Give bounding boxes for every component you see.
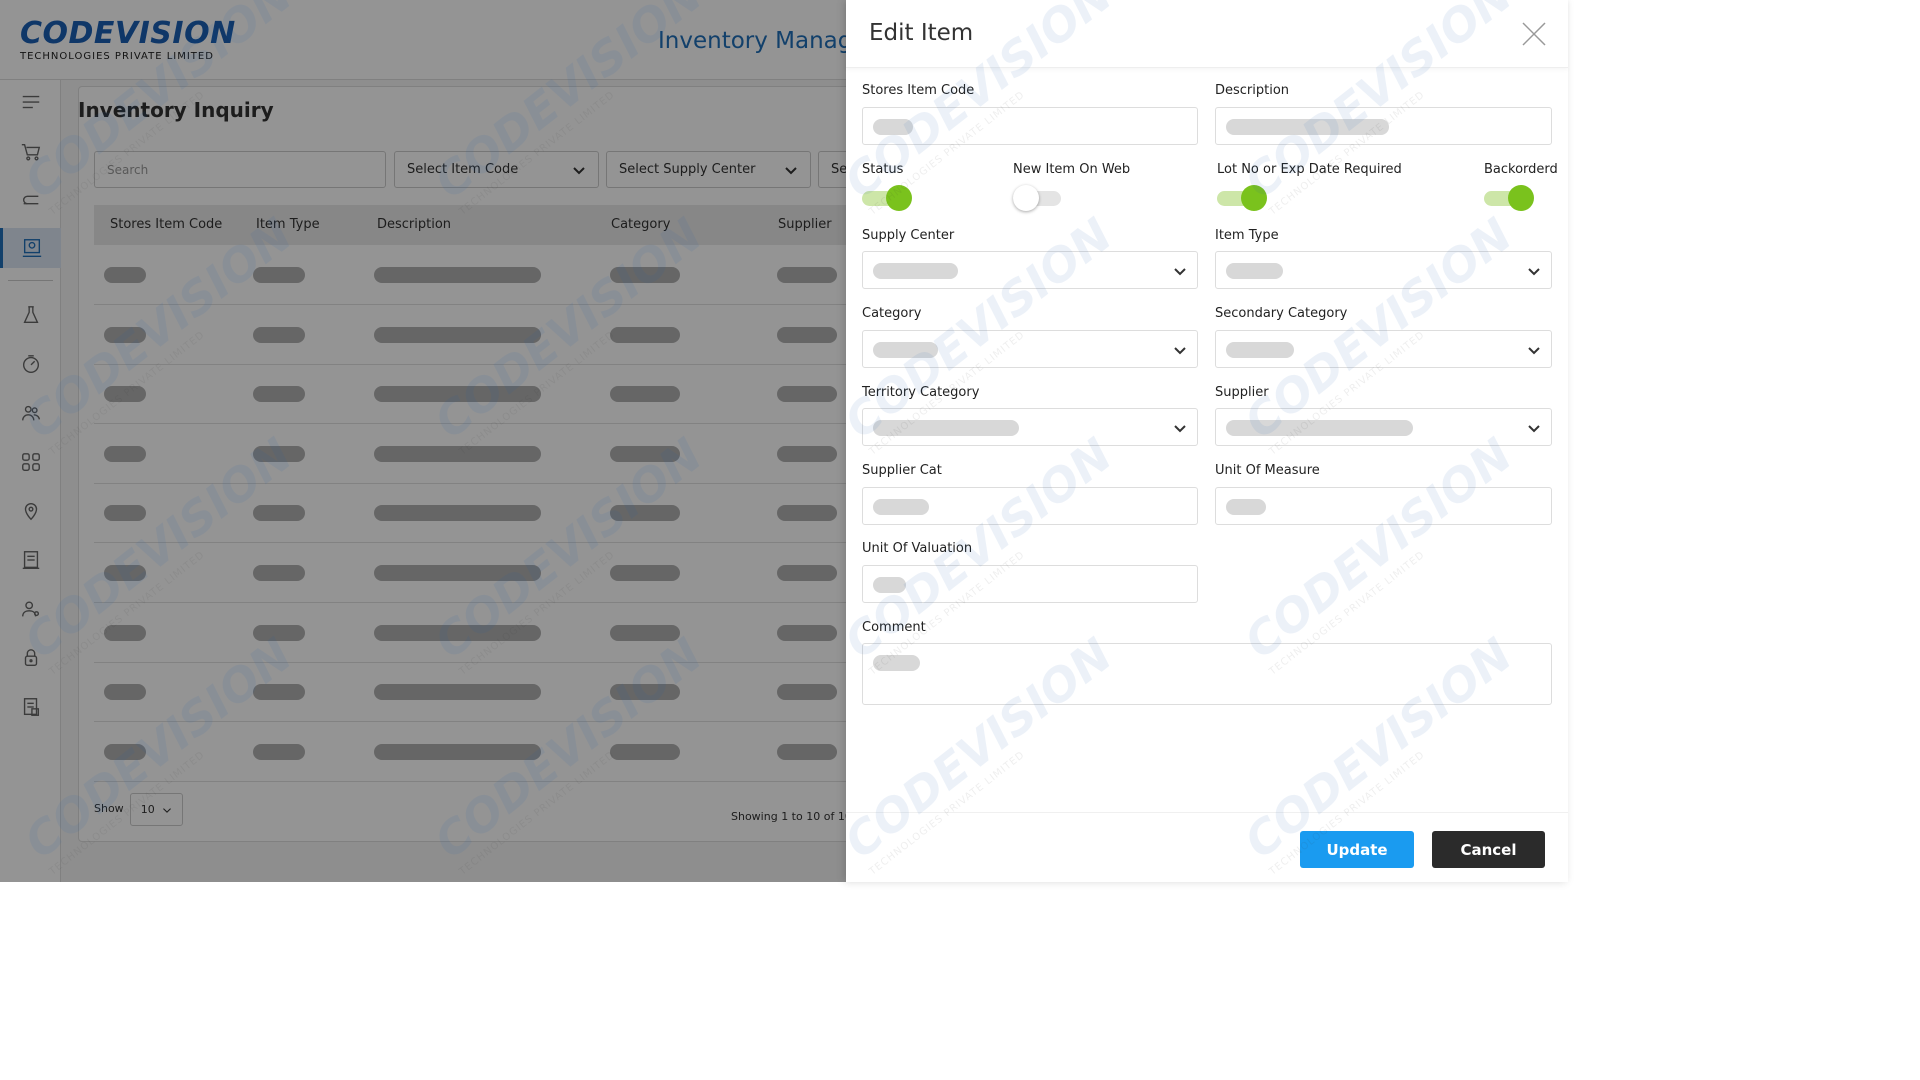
supplier-cat-label: Supplier Cat [862,463,942,478]
loading-placeholder [873,342,938,358]
update-button[interactable]: Update [1300,831,1414,868]
supplier-label: Supplier [1215,385,1269,400]
secondary-category-select[interactable] [1215,330,1552,368]
cancel-button[interactable]: Cancel [1432,831,1545,868]
comment-textarea[interactable] [862,643,1552,705]
category-label: Category [862,306,922,321]
loading-placeholder [873,119,913,135]
status-toggle[interactable] [862,183,912,213]
loading-placeholder [1226,420,1413,436]
chevron-down-icon [1528,347,1540,355]
loading-placeholder [1226,342,1294,358]
loading-placeholder [1226,119,1389,135]
item-type-label: Item Type [1215,228,1279,243]
backorderd-label: Backorderd [1484,162,1558,177]
status-label: Status [862,162,904,177]
supplier-select[interactable] [1215,408,1552,446]
lot-no-label: Lot No or Exp Date Required [1217,162,1402,177]
drawer-title: Edit Item [869,20,974,46]
loading-placeholder [873,420,1019,436]
loading-placeholder [1226,263,1283,279]
stores-item-code-field[interactable] [862,107,1198,145]
category-select[interactable] [862,330,1198,368]
new-item-on-web-label: New Item On Web [1013,162,1131,177]
description-label: Description [1215,83,1290,98]
edit-item-drawer: Edit Item Stores Item Code Description S… [846,0,1568,882]
chevron-down-icon [1174,425,1186,433]
unit-of-measure-label: Unit Of Measure [1215,463,1320,478]
supplier-cat-field[interactable] [862,487,1198,525]
secondary-category-label: Secondary Category [1215,306,1348,321]
territory-category-select[interactable] [862,408,1198,446]
toggle-knob [1508,185,1534,211]
chevron-down-icon [1528,268,1540,276]
unit-of-measure-field[interactable] [1215,487,1552,525]
loading-placeholder [873,263,958,279]
description-field[interactable] [1215,107,1552,145]
chevron-down-icon [1174,268,1186,276]
chevron-down-icon [1528,425,1540,433]
loading-placeholder [873,499,929,515]
item-type-select[interactable] [1215,251,1552,289]
unit-of-valuation-label: Unit Of Valuation [862,541,973,556]
modal-backdrop[interactable] [0,0,846,882]
new-item-on-web-toggle[interactable] [1013,183,1061,213]
loading-placeholder [1226,499,1266,515]
toggle-knob [886,185,912,211]
comment-label: Comment [862,620,926,635]
supply-center-select[interactable] [862,251,1198,289]
unit-of-valuation-field[interactable] [862,565,1198,603]
toggle-knob [1241,185,1267,211]
drawer-footer: Update Cancel [846,812,1568,882]
loading-placeholder [873,577,906,593]
drawer-header: Edit Item [846,0,1568,68]
toggle-knob [1013,185,1039,211]
backorderd-toggle[interactable] [1484,183,1534,213]
stores-item-code-label: Stores Item Code [862,83,975,98]
chevron-down-icon [1174,347,1186,355]
close-icon[interactable] [1520,20,1548,48]
lot-no-toggle[interactable] [1217,183,1267,213]
territory-category-label: Territory Category [862,385,980,400]
loading-placeholder [873,655,920,671]
supply-center-label: Supply Center [862,228,955,243]
